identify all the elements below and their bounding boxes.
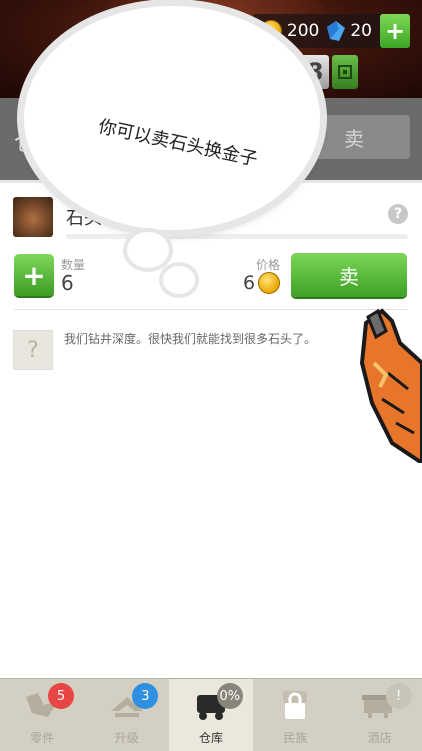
nav-parts[interactable]: 5 零件 bbox=[0, 679, 84, 751]
nav-label: 民族 bbox=[283, 731, 308, 745]
stone-icon bbox=[13, 197, 53, 237]
gem-icon bbox=[327, 21, 346, 41]
nav-label: 酒店 bbox=[367, 731, 392, 745]
help-icon[interactable]: ? bbox=[388, 204, 408, 224]
pointing-hand-icon bbox=[359, 308, 422, 463]
unknown-item-icon: ? bbox=[13, 330, 53, 370]
bottom-nav: 5 零件 3 升级 0% 仓库 民族 ! 酒店 bbox=[0, 678, 422, 751]
nav-label: 仓库 bbox=[198, 731, 223, 745]
alert-badge: ! bbox=[385, 683, 412, 709]
hint-text: 我们钻井深度。很快我们就能找到很多石头了。 bbox=[64, 332, 317, 346]
coin-icon bbox=[258, 272, 280, 294]
increase-quantity-button[interactable]: + bbox=[14, 254, 54, 296]
add-currency-button[interactable]: + bbox=[380, 14, 410, 48]
sell-button[interactable]: 卖 bbox=[291, 253, 407, 297]
map-icon bbox=[338, 65, 352, 79]
speech-bubble[interactable]: 你可以卖石头换金子 bbox=[24, 6, 320, 230]
price-label: 价格 bbox=[256, 258, 281, 272]
map-button[interactable] bbox=[332, 55, 358, 89]
notification-badge: 5 bbox=[48, 683, 74, 709]
thought-puff bbox=[163, 266, 195, 294]
nav-shop[interactable]: ! 酒店 bbox=[338, 679, 422, 751]
thought-puff bbox=[127, 232, 169, 268]
notification-badge: 3 bbox=[132, 683, 159, 709]
coin-count: 200 bbox=[286, 21, 320, 41]
nav-label: 零件 bbox=[30, 731, 55, 745]
nav-tribe[interactable]: 民族 bbox=[253, 679, 337, 751]
progress-badge: 0% bbox=[216, 683, 243, 709]
divider bbox=[14, 309, 408, 310]
nav-warehouse[interactable]: 0% 仓库 bbox=[168, 679, 254, 751]
item-progress-bar bbox=[66, 234, 408, 239]
quantity-value: 6 bbox=[61, 271, 74, 295]
lock-icon bbox=[283, 691, 308, 719]
tutorial-message: 你可以卖石头换金子 bbox=[96, 116, 260, 171]
nav-upgrade[interactable]: 3 升级 bbox=[84, 679, 168, 751]
gem-count: 20 bbox=[350, 21, 372, 41]
price-value: 6 bbox=[243, 272, 256, 294]
nav-label: 升级 bbox=[114, 731, 139, 745]
